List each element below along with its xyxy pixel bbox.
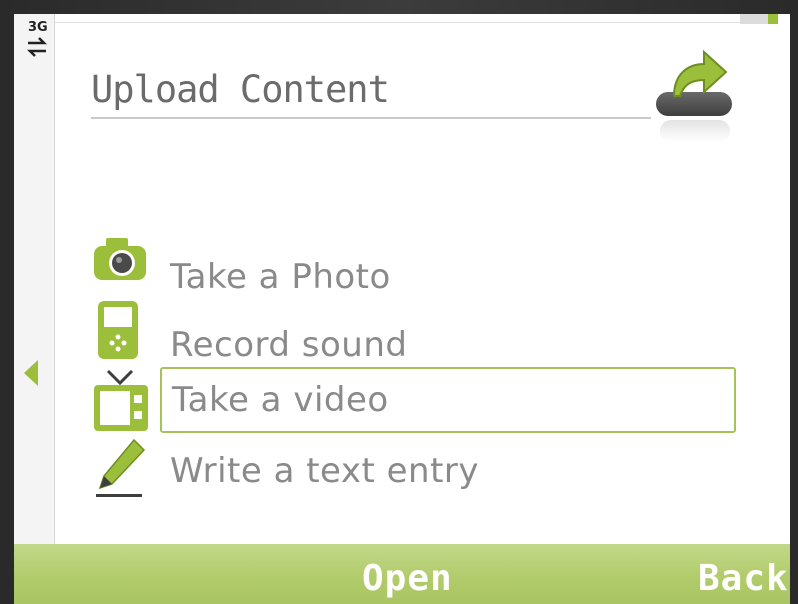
- camera-icon: [94, 238, 146, 280]
- page-title: Upload Content: [91, 68, 390, 111]
- video-tv-icon: [94, 369, 148, 431]
- back-softkey[interactable]: Back: [698, 558, 789, 599]
- open-softkey[interactable]: Open: [362, 558, 453, 599]
- audio-recorder-icon: [98, 301, 138, 359]
- phone-screen: 3G Upload Content Take a Photo Record so…: [14, 14, 790, 604]
- menu-item-label: Take a Photo: [170, 257, 391, 297]
- top-divider: [54, 22, 774, 23]
- scroll-left-arrow-icon[interactable]: [24, 360, 38, 386]
- title-underline: [91, 117, 651, 119]
- network-label: 3G: [28, 20, 48, 35]
- menu-item-write-text[interactable]: Write a text entry: [160, 438, 736, 504]
- menu-item-label: Record sound: [170, 325, 408, 365]
- softkey-bar: Open Back: [14, 544, 790, 604]
- upload-arrow-icon: [656, 49, 732, 142]
- pencil-icon: [96, 438, 146, 497]
- data-transfer-icon: [26, 37, 48, 57]
- status-strip: 3G: [14, 14, 55, 544]
- scroll-indicator: [740, 14, 778, 24]
- menu-item-label: Write a text entry: [170, 451, 480, 491]
- menu-item-label: Take a video: [172, 380, 389, 420]
- menu-item-take-video[interactable]: Take a video: [160, 367, 736, 433]
- network-indicator: 3G: [26, 20, 50, 70]
- menu-item-take-photo[interactable]: Take a Photo: [160, 244, 736, 310]
